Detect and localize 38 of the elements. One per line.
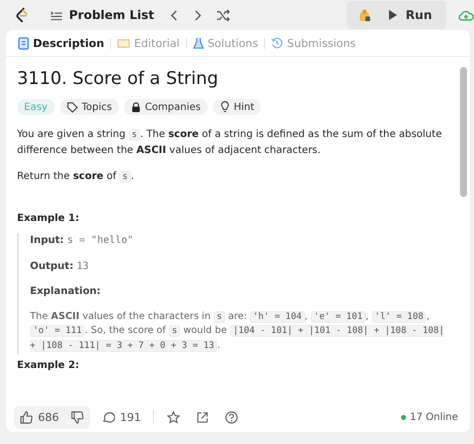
description-paragraph: Return the score of s . bbox=[17, 170, 136, 185]
example-heading: Example 1: bbox=[17, 212, 80, 226]
history-icon bbox=[271, 37, 284, 49]
explanation-label: Explanation: bbox=[30, 285, 102, 299]
problem-title: 3110. Score of a String bbox=[17, 69, 220, 89]
lock-icon bbox=[130, 102, 141, 112]
share-icon[interactable] bbox=[196, 410, 209, 424]
example-output-text: Output: 13 bbox=[30, 260, 90, 274]
online-dot-icon bbox=[400, 414, 406, 420]
comments-button[interactable]: 191 bbox=[100, 410, 143, 424]
lightbulb-icon bbox=[220, 101, 230, 113]
star-icon[interactable] bbox=[167, 410, 180, 424]
help-icon[interactable] bbox=[225, 410, 238, 424]
explanation-text: The ASCII values of the characters in s are: 'h' = 104 , 'e' = 101 , 'l' = 108 , 'o' = 111 . So, the score of s would be |104 - 101| + |101 - 108| + |108 - 108| + |108 - 111| = 3 + 7 + 0 + 3 = 13 . bbox=[30, 310, 446, 354]
thumbs-down-icon bbox=[71, 410, 84, 424]
tag-button[interactable]: Topics bbox=[60, 99, 119, 115]
tag-button[interactable]: Hint bbox=[212, 99, 262, 115]
scrollbar-thumb[interactable] bbox=[460, 67, 467, 197]
online-count: 17 Online bbox=[410, 412, 458, 422]
shuffle-icon[interactable] bbox=[216, 8, 232, 22]
book-icon bbox=[117, 38, 130, 48]
tag-icon bbox=[66, 102, 78, 112]
example-heading: Example 2: bbox=[17, 359, 80, 374]
difficulty-badge: Easy bbox=[17, 99, 55, 115]
chevron-left-icon[interactable] bbox=[170, 8, 180, 22]
description-paragraph: You are given a string s . The score of a string is defined as the sum of the absolute difference between the ASCII values of adjacent characters. bbox=[17, 128, 443, 158]
tab[interactable]: Description bbox=[14, 36, 108, 50]
logo-icon[interactable] bbox=[14, 7, 30, 23]
thumbs-up-icon bbox=[20, 410, 33, 424]
problem-list-button[interactable]: Problem List bbox=[48, 8, 156, 22]
play-icon bbox=[388, 9, 398, 21]
document-icon bbox=[18, 36, 29, 50]
example-input-text: Input: s = "hello" bbox=[30, 234, 134, 248]
chevron-right-icon[interactable] bbox=[193, 8, 202, 22]
comment-icon bbox=[102, 410, 115, 424]
tag-button[interactable]: Companies bbox=[124, 99, 208, 115]
list-icon bbox=[50, 10, 63, 20]
flask-icon bbox=[192, 36, 204, 50]
